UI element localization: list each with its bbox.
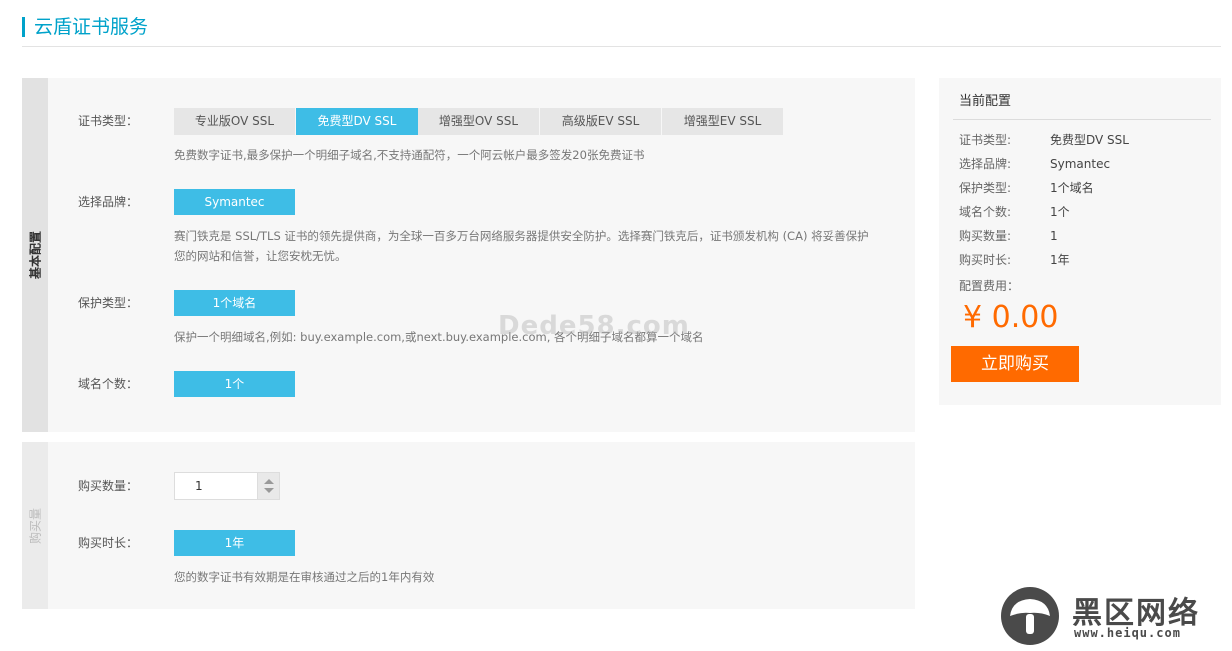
cert-type-label: 证书类型：: [78, 114, 139, 128]
current-config-title: 当前配置: [959, 94, 1012, 109]
brand-symantec-button[interactable]: Symantec: [174, 189, 295, 215]
domain-count-button[interactable]: 1个: [174, 371, 295, 397]
quantity-arrows: [257, 473, 279, 499]
purchase-side-label: 购买量: [28, 507, 43, 544]
chevron-down-icon[interactable]: [264, 488, 274, 493]
current-config-divider: [953, 119, 1211, 120]
buy-now-button[interactable]: 立即购买: [951, 346, 1079, 382]
purchase-section: 购买量 购买数量： 购买时长： 1年 您的数字证书有效期是在审核通过之后的1年内…: [22, 442, 915, 609]
cert-type-option-advanced-ev[interactable]: 高级版EV SSL: [540, 108, 662, 135]
summary-item-domain-count: 域名个数: 1个: [959, 205, 1070, 219]
cert-type-option-free-dv[interactable]: 免费型DV SSL: [296, 108, 418, 135]
duration-label: 购买时长：: [78, 536, 139, 550]
cert-type-tabs: 专业版OV SSL 免费型DV SSL 增强型OV SSL 高级版EV SSL …: [174, 108, 784, 135]
title-accent-bar: [22, 17, 25, 37]
duration-hint: 您的数字证书有效期是在审核通过之后的1年内有效: [174, 570, 435, 584]
basic-config-side-label: 基本配置: [28, 230, 43, 280]
protect-type-button[interactable]: 1个域名: [174, 290, 295, 316]
chevron-up-icon[interactable]: [264, 479, 274, 484]
purchase-sidebar: 购买量: [22, 442, 48, 609]
summary-item-cert-type: 证书类型: 免费型DV SSL: [959, 133, 1129, 147]
basic-config-section: 基本配置 证书类型： 专业版OV SSL 免费型DV SSL 增强型OV SSL…: [22, 78, 915, 432]
cert-type-option-enhanced-ev[interactable]: 增强型EV SSL: [662, 108, 784, 135]
duration-button[interactable]: 1年: [174, 530, 295, 556]
current-config-panel: 当前配置 证书类型: 免费型DV SSL 选择品牌: Symantec 保护类型: 1…: [939, 78, 1221, 405]
cert-type-hint: 免费数字证书,最多保护一个明细子域名,不支持通配符，一个阿云帐户最多签发20张免…: [174, 148, 645, 162]
brand-label: 选择品牌：: [78, 195, 139, 209]
cert-type-option-pro-ov[interactable]: 专业版OV SSL: [174, 108, 296, 135]
protect-type-label: 保护类型：: [78, 296, 139, 310]
brand-hint-line2: 您的网站和信誉，让您安枕无忧。: [174, 249, 347, 263]
quantity-stepper: [174, 472, 280, 500]
quantity-input[interactable]: [175, 473, 257, 499]
logo-url: www.heiqu.com: [1074, 626, 1181, 640]
summary-item-protect-type: 保护类型: 1个域名: [959, 181, 1094, 195]
mushroom-logo-icon: [1001, 587, 1059, 645]
quantity-label: 购买数量：: [78, 479, 139, 493]
price-value: ¥ 0.00: [963, 300, 1059, 335]
basic-config-sidebar: 基本配置: [22, 78, 48, 432]
fee-label: 配置费用：: [959, 279, 1020, 293]
domain-count-label: 域名个数：: [78, 377, 139, 391]
cert-type-option-enhanced-ov[interactable]: 增强型OV SSL: [418, 108, 540, 135]
summary-item-brand: 选择品牌: Symantec: [959, 157, 1111, 171]
summary-item-duration: 购买时长: 1年: [959, 253, 1070, 267]
page-title: 云盾证书服务: [34, 16, 149, 38]
summary-item-quantity: 购买数量: 1: [959, 229, 1058, 243]
page-header: 云盾证书服务: [22, 14, 1221, 47]
watermark-text: Dede58.com: [498, 311, 690, 341]
site-logo: 黑区网络 www.heiqu.com: [996, 586, 1224, 646]
brand-hint-line1: 赛门铁克是 SSL/TLS 证书的领先提供商，为全球一百多万台网络服务器提供安全…: [174, 229, 869, 243]
